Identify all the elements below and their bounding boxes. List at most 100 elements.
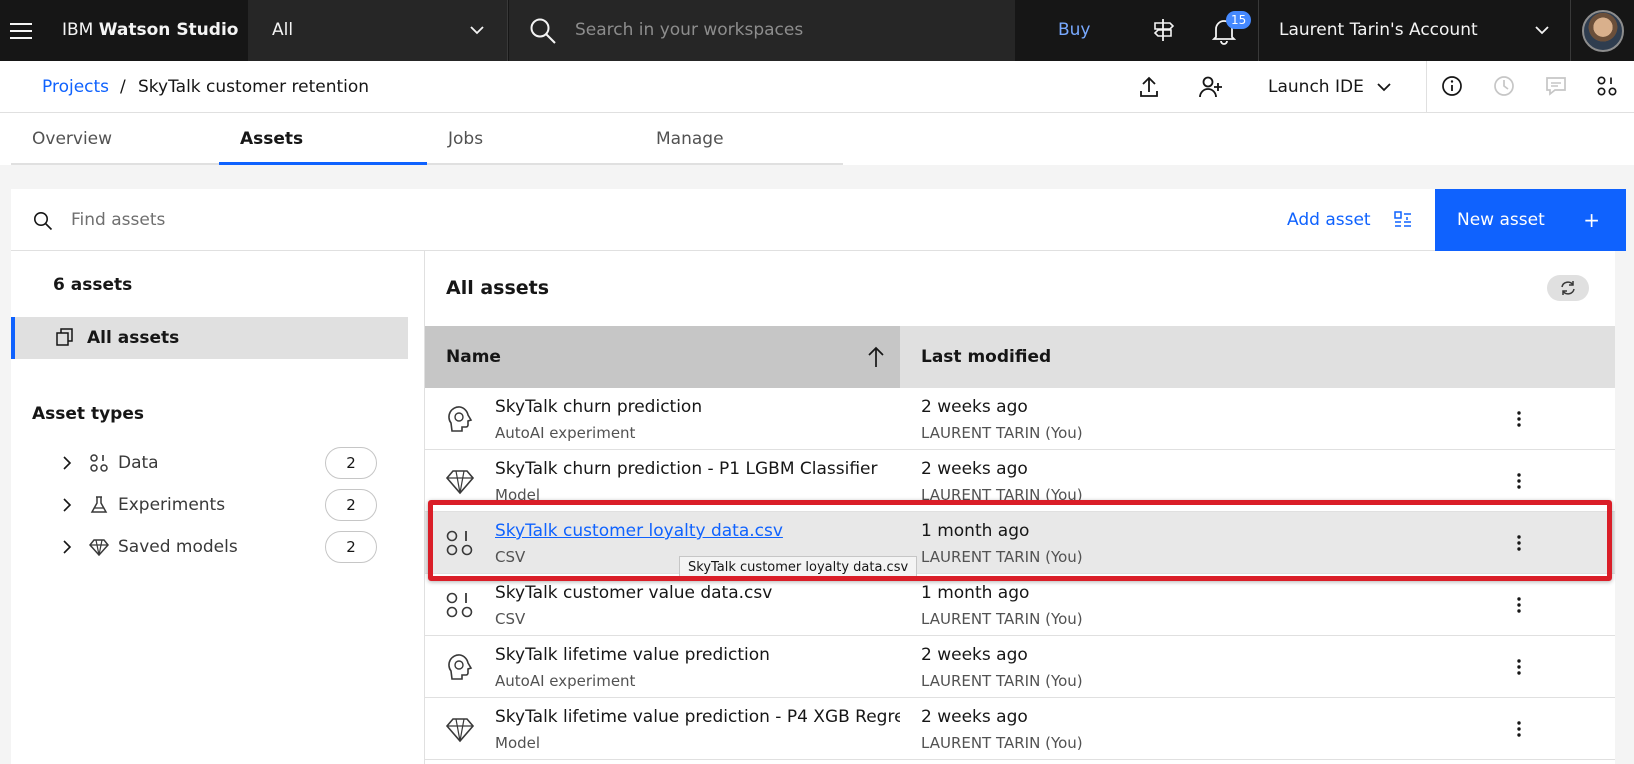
chevron-right-icon[interactable] [61,455,73,471]
last-modified-time: 1 month ago [921,521,1030,541]
notification-count-badge: 15 [1226,11,1252,29]
asset-type-label: Data [118,453,159,473]
product-name[interactable]: IBM Watson Studio [62,0,238,61]
table-row[interactable]: SkyTalk customer loyalty data.csv CSV 1 … [425,512,1615,574]
brand-prefix: IBM [62,20,94,40]
asset-type-label: Model [495,486,541,504]
account-switcher[interactable]: Laurent Tarin's Account [1258,0,1570,61]
asset-filter-sidebar: 6 assets All assets Asset types Data 2 E… [11,251,425,764]
tab-jobs[interactable]: Jobs [427,113,635,165]
table-header: Name Last modified [425,326,1615,388]
scope-dropdown[interactable]: All [248,0,508,61]
asset-type-count-badge: 2 [325,531,377,563]
chevron-down-icon [469,24,485,36]
global-search [509,0,1015,61]
user-avatar[interactable] [1570,0,1634,61]
data-icon[interactable] [1596,75,1618,97]
sort-ascending-icon[interactable] [866,346,886,368]
asset-type-experiments[interactable]: Experiments 2 [11,485,425,525]
model-icon [445,466,475,496]
copy-icon [55,327,75,347]
plus-icon: + [1583,208,1600,232]
asset-name-link[interactable]: SkyTalk lifetime value prediction [495,645,770,665]
asset-type-saved-models[interactable]: Saved models 2 [11,527,425,567]
tab-assets[interactable]: Assets [219,113,427,165]
refresh-icon[interactable] [1547,275,1589,301]
project-tabs: Overview Assets Jobs Manage [0,113,1634,165]
asset-type-label: CSV [495,610,526,628]
add-asset-button[interactable]: Add asset [1287,189,1371,251]
brand-name: Watson Studio [98,20,239,40]
asset-name-link[interactable]: SkyTalk customer value data.csv [495,583,772,603]
top-navigation-bar: IBM Watson Studio All Buy 15 Laurent Tar… [0,0,1634,61]
new-asset-button[interactable]: New asset + [1435,189,1626,251]
info-icon[interactable] [1441,75,1463,97]
breadcrumb-projects-link[interactable]: Projects [42,61,109,113]
table-row[interactable]: SkyTalk customer value data.csv CSV 1 mo… [425,574,1615,636]
overflow-menu-icon[interactable] [1507,654,1531,680]
autoai-icon [445,404,475,434]
column-header-last-modified[interactable]: Last modified [921,326,1051,388]
asset-list-title: All assets [446,277,550,299]
breadcrumb-current-project: SkyTalk customer retention [138,77,370,97]
chevron-down-icon[interactable] [1376,81,1392,93]
asset-type-count-badge: 2 [325,447,377,479]
overflow-menu-icon[interactable] [1507,716,1531,742]
flask-icon [89,495,109,515]
header-divider [1426,61,1427,113]
last-modified-time: 2 weeks ago [921,459,1028,479]
new-asset-label: New asset [1457,210,1545,230]
buy-link[interactable]: Buy [1058,0,1091,61]
last-modified-user: LAURENT TARIN (You) [921,610,1083,628]
add-asset-icon[interactable] [1393,210,1413,230]
asset-type-label: Model [495,734,541,752]
asset-types-heading: Asset types [32,404,144,424]
last-modified-user: LAURENT TARIN (You) [921,424,1083,442]
asset-name-link[interactable]: SkyTalk lifetime value prediction - P4 X… [495,707,900,727]
chevron-right-icon[interactable] [61,539,73,555]
asset-list: All assets Name Last modified SkyTalk ch… [425,251,1615,764]
asset-type-data[interactable]: Data 2 [11,443,425,483]
search-icon [529,17,557,45]
data-icon [445,590,475,620]
find-assets-input[interactable] [71,205,671,235]
sidebar-item-label: All assets [87,328,180,348]
table-row[interactable]: SkyTalk lifetime value prediction - P4 X… [425,698,1615,760]
overflow-menu-icon[interactable] [1507,468,1531,494]
table-row[interactable]: SkyTalk churn prediction AutoAI experime… [425,388,1615,450]
overflow-menu-icon[interactable] [1507,406,1531,432]
last-modified-user: LAURENT TARIN (You) [921,734,1083,752]
column-header-name[interactable]: Name [425,326,900,388]
chevron-down-icon [1534,24,1550,36]
asset-name-tooltip: SkyTalk customer loyalty data.csv [679,556,918,580]
signpost-icon[interactable] [1150,17,1176,43]
table-row[interactable]: SkyTalk churn prediction - P1 LGBM Class… [425,450,1615,512]
global-search-input[interactable] [575,14,995,46]
asset-name-link[interactable]: SkyTalk churn prediction [495,397,702,417]
asset-type-label: AutoAI experiment [495,424,636,442]
asset-name-link[interactable]: SkyTalk churn prediction - P1 LGBM Class… [495,459,878,479]
overflow-menu-icon[interactable] [1507,592,1531,618]
chevron-right-icon[interactable] [61,497,73,513]
upload-icon[interactable] [1137,75,1161,99]
asset-type-label: Experiments [118,495,226,515]
asset-count: 6 assets [53,275,133,295]
tab-overview[interactable]: Overview [11,113,219,165]
asset-type-label: Saved models [118,537,238,557]
last-modified-user: LAURENT TARIN (You) [921,486,1083,504]
last-modified-time: 2 weeks ago [921,397,1028,417]
data-icon [445,528,475,558]
add-collaborator-icon[interactable] [1198,75,1224,99]
table-row[interactable]: SkyTalk lifetime value prediction AutoAI… [425,636,1615,698]
tab-manage[interactable]: Manage [635,113,843,165]
last-modified-time: 2 weeks ago [921,707,1028,727]
breadcrumb-separator: / [120,77,126,97]
data-icon [89,453,109,473]
asset-name-link[interactable]: SkyTalk customer loyalty data.csv [495,521,783,541]
sidebar-item-all-assets[interactable]: All assets [11,317,408,359]
overflow-menu-icon[interactable] [1507,530,1531,556]
launch-ide-button[interactable]: Launch IDE [1268,61,1364,113]
comment-icon [1545,75,1567,97]
asset-type-label: CSV [495,548,526,566]
hamburger-menu-icon[interactable] [0,0,42,61]
